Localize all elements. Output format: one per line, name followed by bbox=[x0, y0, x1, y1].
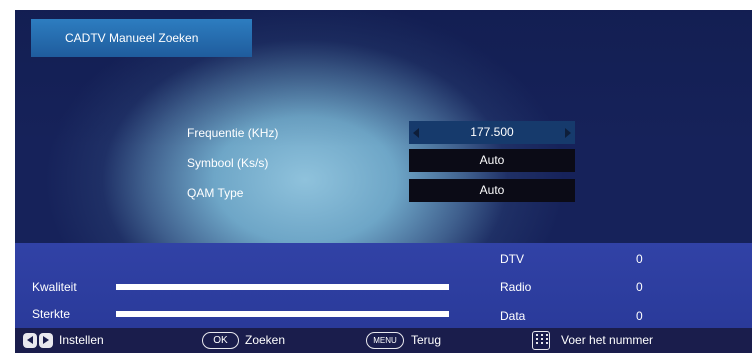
data-count: 0 bbox=[636, 309, 643, 323]
left-triangle-icon bbox=[27, 336, 33, 344]
qam-type-label: QAM Type bbox=[187, 186, 244, 200]
strength-label: Sterkte bbox=[32, 307, 71, 321]
menu-key[interactable]: MENU bbox=[366, 332, 404, 349]
dtv-count: 0 bbox=[636, 252, 643, 266]
back-hint: Terug bbox=[411, 333, 442, 347]
set-hint: Instellen bbox=[59, 333, 104, 347]
qam-type-value: Auto bbox=[479, 183, 505, 197]
arrow-right-icon[interactable] bbox=[565, 128, 571, 138]
right-triangle-icon bbox=[43, 336, 49, 344]
signal-panel: DTV 0 Kwaliteit Radio 0 Sterkte Data 0 bbox=[15, 243, 752, 328]
search-hint: Zoeken bbox=[245, 333, 286, 347]
left-key-icon[interactable] bbox=[23, 333, 37, 348]
ok-key[interactable]: OK bbox=[202, 332, 239, 349]
right-key-icon[interactable] bbox=[39, 333, 53, 348]
numpad-icon[interactable] bbox=[532, 331, 550, 350]
radio-count: 0 bbox=[636, 280, 643, 294]
symbol-rate-value: Auto bbox=[479, 153, 505, 167]
tv-screen: CADTV Manueel Zoeken Frequentie (KHz) 17… bbox=[15, 10, 752, 353]
dtv-label: DTV bbox=[500, 252, 524, 266]
radio-label: Radio bbox=[500, 280, 532, 294]
frequency-value: 177.500 bbox=[470, 125, 514, 139]
help-bar: Instellen OK Zoeken MENU Terug Voer het … bbox=[15, 328, 752, 353]
number-hint: Voer het nummer bbox=[561, 333, 654, 347]
qam-type-field[interactable]: Auto bbox=[409, 179, 575, 202]
frequency-field[interactable]: 177.500 bbox=[409, 121, 575, 144]
page-title: CADTV Manueel Zoeken bbox=[31, 19, 252, 57]
frequency-label: Frequentie (KHz) bbox=[187, 126, 279, 140]
symbol-rate-field[interactable]: Auto bbox=[409, 149, 575, 172]
strength-bar bbox=[116, 311, 449, 317]
quality-bar bbox=[116, 284, 449, 290]
quality-label: Kwaliteit bbox=[32, 280, 77, 294]
data-label: Data bbox=[500, 309, 526, 323]
arrow-left-icon[interactable] bbox=[413, 128, 419, 138]
symbol-rate-label: Symbool (Ks/s) bbox=[187, 156, 269, 170]
